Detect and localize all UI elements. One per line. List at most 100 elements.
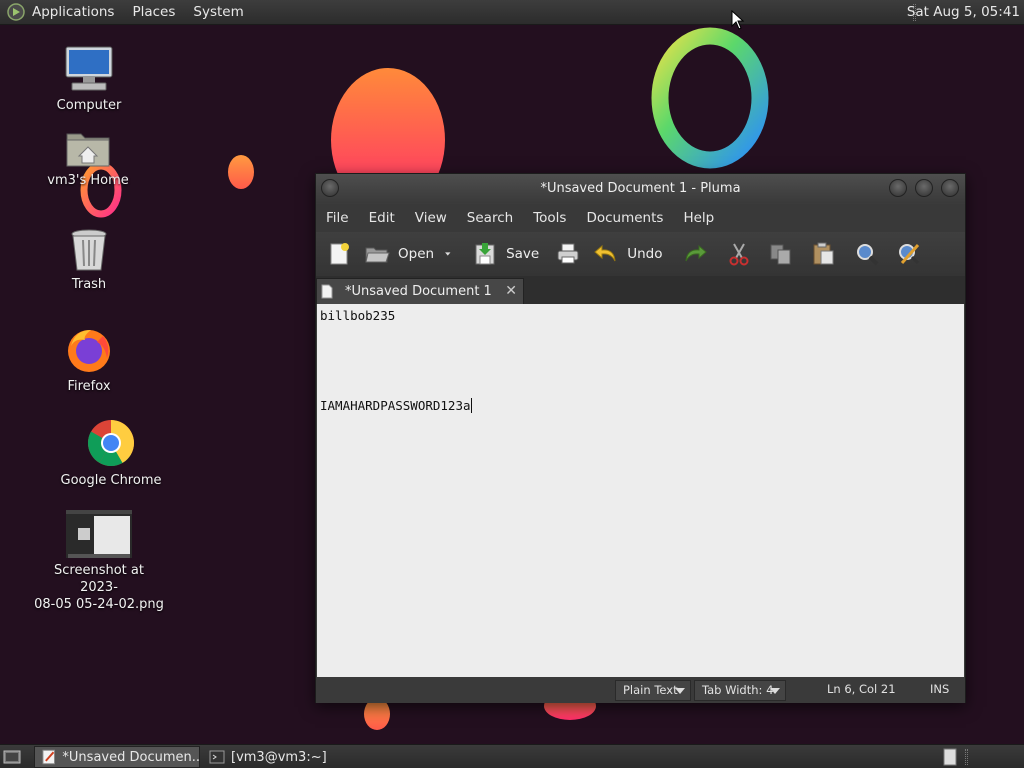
tab-label: *Unsaved Document 1 (345, 284, 492, 299)
text-editor-icon (42, 749, 55, 765)
undo-label: Undo (627, 246, 663, 262)
save-icon (475, 243, 495, 265)
chrome-icon (87, 420, 134, 467)
print-icon (557, 243, 579, 264)
cut-icon (729, 243, 749, 266)
language-selector[interactable]: Plain Text (615, 680, 691, 701)
document-icon (321, 284, 333, 299)
system-menu[interactable]: System (193, 4, 243, 20)
editor-line-current: IAMAHARDPASSWORD123a (320, 397, 961, 415)
menu-edit[interactable]: Edit (359, 210, 405, 226)
new-document-button[interactable] (320, 237, 358, 271)
taskbar-item-pluma[interactable]: *Unsaved Documen... (34, 746, 200, 768)
open-folder-icon (365, 247, 390, 263)
tab-width-selector[interactable]: Tab Width: 4 (694, 680, 786, 701)
open-label: Open (398, 246, 435, 262)
trash-icon (71, 229, 107, 271)
mouse-pointer-icon (731, 10, 745, 30)
menu-help[interactable]: Help (673, 210, 724, 226)
desktop-icon-chrome[interactable]: Google Chrome (46, 418, 176, 489)
tab-width-value: Tab Width: 4 (702, 683, 774, 697)
desktop-icon-screenshot[interactable]: Screenshot at 2023- 08-05 05-24-02.png (34, 510, 164, 613)
menu-file[interactable]: File (316, 210, 359, 226)
taskbar-item-terminal[interactable]: [vm3@vm3:~] (203, 746, 353, 768)
maximize-button[interactable] (915, 179, 933, 197)
window-titlebar[interactable]: *Unsaved Document 1 - Pluma (316, 174, 965, 203)
copy-icon (770, 244, 791, 265)
replace-icon (899, 244, 920, 265)
applications-menu[interactable]: Applications (32, 4, 114, 20)
menubar: File Edit View Search Tools Documents He… (316, 204, 965, 232)
text-editor-area[interactable]: billbob235 IAMAHARDPASSWORD123a (317, 304, 964, 677)
taskbar-item-label: [vm3@vm3:~] (231, 749, 327, 765)
tab-close-icon[interactable]: ✕ (505, 283, 517, 299)
minimize-button[interactable] (889, 179, 907, 197)
paste-button[interactable] (804, 237, 842, 271)
clock[interactable]: Sat Aug 5, 05:41 (907, 4, 1020, 20)
desktop-icon-label: vm3's Home (47, 173, 129, 188)
desktop-icon-label: Trash (71, 277, 107, 292)
desktop-icon-label-line2: 08-05 05-24-02.png (34, 597, 164, 612)
tab-bar: *Unsaved Document 1 ✕ (316, 276, 965, 304)
desktop-icon-trash[interactable]: Trash (24, 228, 154, 293)
language-value: Plain Text (623, 683, 678, 697)
window-menu-button[interactable] (321, 179, 339, 197)
menu-search[interactable]: Search (457, 210, 523, 226)
close-button[interactable] (941, 179, 959, 197)
menu-tools[interactable]: Tools (523, 210, 576, 226)
text-caret (470, 398, 472, 413)
show-desktop-icon[interactable] (3, 749, 21, 764)
print-button[interactable] (549, 237, 587, 271)
computer-icon (65, 46, 113, 91)
chevron-down-icon (770, 688, 780, 694)
undo-icon (594, 244, 616, 262)
mate-menu-icon[interactable] (6, 2, 26, 22)
open-recent-dropdown[interactable] (440, 237, 462, 271)
statusbar: Plain Text Tab Width: 4 Ln 6, Col 21 INS (316, 677, 965, 703)
home-folder-icon (66, 133, 110, 167)
workspace-switcher-icon[interactable] (943, 748, 957, 766)
desktop-icon-firefox[interactable]: Firefox (24, 326, 154, 395)
new-document-icon (330, 243, 349, 265)
menu-documents[interactable]: Documents (576, 210, 673, 226)
chevron-down-icon (445, 252, 451, 256)
tab-document[interactable]: *Unsaved Document 1 ✕ (316, 278, 524, 304)
image-thumbnail-icon (66, 510, 132, 558)
editor-line-text: IAMAHARDPASSWORD123a (320, 398, 471, 413)
undo-button[interactable]: Undo (587, 237, 668, 271)
panel-separator (965, 749, 968, 765)
redo-button[interactable] (676, 237, 714, 271)
find-button[interactable] (848, 237, 886, 271)
search-icon (857, 244, 879, 266)
desktop-icon-label-line1: Screenshot at 2023- (54, 563, 144, 595)
window-title: *Unsaved Document 1 - Pluma (540, 181, 741, 196)
desktop-icon-label: Computer (56, 98, 122, 113)
desktop-icon-computer[interactable]: Computer (24, 45, 154, 114)
save-label: Save (506, 246, 540, 262)
cursor-position: Ln 6, Col 21 (827, 682, 896, 696)
find-replace-button[interactable] (890, 237, 928, 271)
redo-icon (685, 244, 708, 262)
menu-view[interactable]: View (405, 210, 457, 226)
chevron-down-icon (675, 688, 685, 694)
desktop-icon-label: Firefox (67, 379, 111, 394)
firefox-icon (68, 330, 110, 372)
bottom-panel: *Unsaved Documen... [vm3@vm3:~] (0, 744, 1024, 768)
insert-mode: INS (930, 682, 950, 696)
save-button[interactable]: Save (466, 237, 545, 271)
cut-button[interactable] (720, 237, 758, 271)
top-panel: Applications Places System Sat Aug 5, 05… (0, 0, 1024, 25)
paste-icon (813, 242, 834, 265)
copy-button[interactable] (762, 237, 800, 271)
terminal-icon (209, 750, 225, 764)
places-menu[interactable]: Places (132, 4, 175, 20)
desktop-icon-label: Google Chrome (60, 473, 162, 488)
desktop-icon-home[interactable]: vm3's Home (23, 128, 153, 189)
open-button[interactable]: Open (358, 237, 440, 271)
taskbar-item-label: *Unsaved Documen... (62, 749, 199, 765)
editor-line: billbob235 (320, 308, 396, 323)
